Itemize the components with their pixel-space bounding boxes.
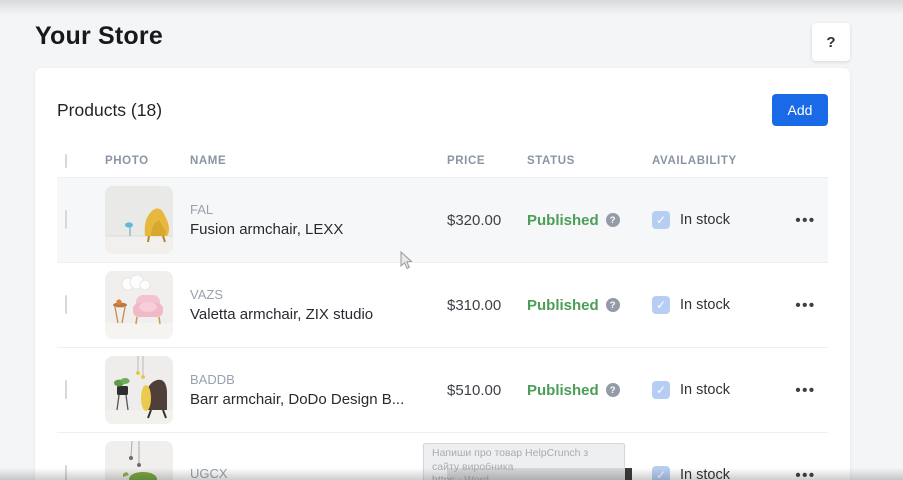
row-checkbox[interactable] xyxy=(65,465,67,480)
in-stock-checkbox[interactable]: ✓ xyxy=(652,381,670,399)
tooltip-line-1: Напиши про товар HelpCrunch з сайту виро… xyxy=(432,447,616,474)
column-header-availability: AVAILABILITY xyxy=(652,155,783,167)
column-header-price: PRICE xyxy=(447,155,527,167)
tooltip-line-2: https - Word xyxy=(432,474,616,480)
table-row[interactable]: VAZS Valetta armchair, ZIX studio $310.0… xyxy=(57,262,828,347)
table-header-row: PHOTO NAME PRICE STATUS AVAILABILITY xyxy=(57,145,828,177)
product-name-cell: FAL Fusion armchair, LEXX xyxy=(190,202,447,238)
add-product-button[interactable]: Add xyxy=(772,94,828,126)
availability-label: In stock xyxy=(680,297,730,313)
product-code: UGCX xyxy=(190,466,447,480)
table-row[interactable]: BADDB Barr armchair, DoDo Design B... $5… xyxy=(57,347,828,432)
row-actions-menu-icon[interactable]: ••• xyxy=(795,297,815,314)
checkmark-icon: ✓ xyxy=(656,468,666,480)
row-checkbox[interactable] xyxy=(65,295,67,314)
in-stock-checkbox[interactable]: ✓ xyxy=(652,211,670,229)
product-name: Valetta armchair, ZIX studio xyxy=(190,306,447,323)
taskbar-tooltip: Напиши про товар HelpCrunch з сайту виро… xyxy=(423,443,625,480)
column-header-photo: PHOTO xyxy=(105,155,190,167)
product-name: Barr armchair, DoDo Design B... xyxy=(190,391,447,408)
product-name: Fusion armchair, LEXX xyxy=(190,221,447,238)
table-row[interactable]: FAL Fusion armchair, LEXX $320.00 Publis… xyxy=(57,177,828,262)
status-label: Published xyxy=(527,297,599,314)
select-all-checkbox[interactable] xyxy=(65,154,67,168)
product-code: FAL xyxy=(190,202,447,217)
availability-label: In stock xyxy=(680,382,730,398)
checkmark-icon: ✓ xyxy=(656,213,666,227)
product-name-cell: UGCX xyxy=(190,466,447,480)
page-title: Your Store xyxy=(35,22,163,51)
availability-label: In stock xyxy=(680,467,730,480)
row-checkbox[interactable] xyxy=(65,210,67,229)
products-count-heading: Products (18) xyxy=(57,100,162,121)
status-help-icon[interactable]: ? xyxy=(606,298,620,312)
row-checkbox[interactable] xyxy=(65,380,67,399)
column-header-status: STATUS xyxy=(527,155,652,167)
in-stock-checkbox[interactable]: ✓ xyxy=(652,296,670,314)
product-code: BADDB xyxy=(190,372,447,387)
status-label: Published xyxy=(527,382,599,399)
panel-header: Products (18) Add xyxy=(57,68,828,145)
status-help-icon[interactable]: ? xyxy=(606,383,620,397)
product-photo-yellow-armchair xyxy=(105,186,173,254)
product-price: $510.00 xyxy=(447,382,527,399)
products-panel: Products (18) Add PHOTO NAME PRICE STATU… xyxy=(35,68,850,480)
product-photo-brown-yellow-armchair xyxy=(105,356,173,424)
row-actions-menu-icon[interactable]: ••• xyxy=(795,382,815,399)
product-price: $320.00 xyxy=(447,212,527,229)
product-photo-pink-armchair xyxy=(105,271,173,339)
product-price: $310.00 xyxy=(447,297,527,314)
product-photo-green-chair xyxy=(105,441,173,480)
column-header-name: NAME xyxy=(190,155,447,167)
checkmark-icon: ✓ xyxy=(656,383,666,397)
row-actions-menu-icon[interactable]: ••• xyxy=(795,467,815,480)
row-actions-menu-icon[interactable]: ••• xyxy=(795,212,815,229)
product-name-cell: BADDB Barr armchair, DoDo Design B... xyxy=(190,372,447,408)
status-label: Published xyxy=(527,212,599,229)
product-code: VAZS xyxy=(190,287,447,302)
status-help-icon[interactable]: ? xyxy=(606,213,620,227)
checkmark-icon: ✓ xyxy=(656,298,666,312)
video-vignette-top xyxy=(0,0,903,15)
availability-label: In stock xyxy=(680,212,730,228)
product-name-cell: VAZS Valetta armchair, ZIX studio xyxy=(190,287,447,323)
question-mark-icon: ? xyxy=(826,34,835,51)
help-button[interactable]: ? xyxy=(812,23,850,61)
mouse-cursor-icon xyxy=(400,251,413,275)
in-stock-checkbox[interactable]: ✓ xyxy=(652,466,670,480)
